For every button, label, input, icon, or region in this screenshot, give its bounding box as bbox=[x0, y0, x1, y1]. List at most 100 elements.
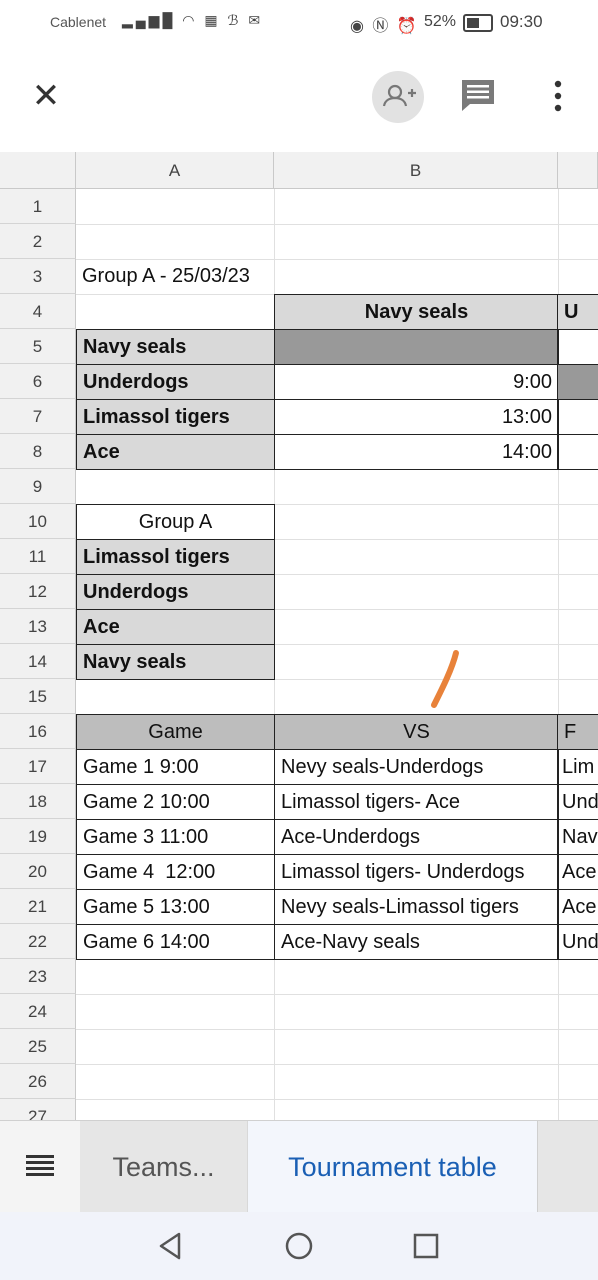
row-header[interactable]: 27 bbox=[0, 1099, 76, 1120]
gridline bbox=[76, 224, 598, 225]
row-header[interactable]: 22 bbox=[0, 924, 76, 959]
cell-a10[interactable]: Group A bbox=[76, 504, 275, 540]
row-header[interactable]: 8 bbox=[0, 434, 76, 469]
cell-vs[interactable]: Limassol tigers- Ace bbox=[274, 784, 559, 820]
column-header-c[interactable] bbox=[558, 152, 598, 189]
row-header[interactable]: 12 bbox=[0, 574, 76, 609]
more-vert-icon bbox=[554, 80, 562, 112]
cell-game[interactable]: Game 2 10:00 bbox=[76, 784, 275, 820]
system-nav-bar bbox=[0, 1212, 598, 1280]
cell-b6[interactable]: 9:00 bbox=[274, 364, 559, 400]
cell-b8[interactable]: 14:00 bbox=[274, 434, 559, 470]
row-header[interactable]: 23 bbox=[0, 959, 76, 994]
row-header[interactable]: 1 bbox=[0, 189, 76, 224]
row-header[interactable]: 6 bbox=[0, 364, 76, 399]
cell-c4[interactable]: U bbox=[557, 294, 598, 330]
corner-header[interactable] bbox=[0, 152, 76, 189]
row-header[interactable]: 18 bbox=[0, 784, 76, 819]
row-header[interactable]: 19 bbox=[0, 819, 76, 854]
cell-next[interactable]: Ace bbox=[557, 889, 598, 925]
signal-wifi-icons: ▂▄▆█ ◠ ▦ ℬ ✉ bbox=[122, 12, 264, 28]
cell-next[interactable]: Und bbox=[557, 784, 598, 820]
cell-b16[interactable]: VS bbox=[274, 714, 559, 750]
selection-handle-icon[interactable] bbox=[425, 647, 465, 711]
cell-next[interactable]: Ace bbox=[557, 854, 598, 890]
row-header[interactable]: 17 bbox=[0, 749, 76, 784]
row-header[interactable]: 26 bbox=[0, 1064, 76, 1099]
comments-button[interactable] bbox=[458, 76, 498, 116]
spreadsheet-grid[interactable]: A B 1 2 3 4 5 6 7 8 9 10 11 12 13 14 15 … bbox=[0, 152, 598, 1120]
cell-c7[interactable] bbox=[557, 399, 598, 435]
row-header[interactable]: 10 bbox=[0, 504, 76, 539]
sheets-menu-button[interactable] bbox=[0, 1121, 81, 1213]
cell-vs[interactable]: Nevy seals-Underdogs bbox=[274, 749, 559, 785]
close-button[interactable]: ✕ bbox=[26, 76, 66, 116]
cell-a5[interactable]: Navy seals bbox=[76, 329, 275, 365]
cell-vs[interactable]: Nevy seals-Limassol tigers bbox=[274, 889, 559, 925]
cell-c8[interactable] bbox=[557, 434, 598, 470]
cell-game[interactable]: Game 3 11:00 bbox=[76, 819, 275, 855]
cell-a14[interactable]: Navy seals bbox=[76, 644, 275, 680]
add-collaborator-button[interactable] bbox=[372, 71, 424, 123]
cell-a3[interactable]: Group A - 25/03/23 bbox=[76, 259, 306, 294]
row-header[interactable]: 5 bbox=[0, 329, 76, 364]
row-header[interactable]: 14 bbox=[0, 644, 76, 679]
status-bar: Cablenet ▂▄▆█ ◠ ▦ ℬ ✉ ◉ Ⓝ ⏰ 52% 09:30 bbox=[0, 0, 598, 46]
cell-c6[interactable] bbox=[557, 364, 598, 400]
home-icon[interactable] bbox=[283, 1230, 315, 1262]
recents-icon[interactable] bbox=[410, 1230, 442, 1262]
carrier-name: Cablenet bbox=[50, 14, 107, 30]
cell-c5[interactable] bbox=[557, 329, 598, 365]
cell-game[interactable]: Game 5 13:00 bbox=[76, 889, 275, 925]
cell-a8[interactable]: Ace bbox=[76, 434, 275, 470]
cell-c16[interactable]: F bbox=[557, 714, 598, 750]
back-icon[interactable] bbox=[155, 1230, 187, 1262]
cell-a7[interactable]: Limassol tigers bbox=[76, 399, 275, 435]
cell-b7[interactable]: 13:00 bbox=[274, 399, 559, 435]
cell-vs[interactable]: Ace-Underdogs bbox=[274, 819, 559, 855]
cell-a6[interactable]: Underdogs bbox=[76, 364, 275, 400]
tab-teams[interactable]: Teams... bbox=[80, 1121, 248, 1213]
row-header[interactable]: 7 bbox=[0, 399, 76, 434]
row-header[interactable]: 13 bbox=[0, 609, 76, 644]
row-header[interactable]: 20 bbox=[0, 854, 76, 889]
cell-next[interactable]: Und bbox=[557, 924, 598, 960]
cell-game[interactable]: Game 4 12:00 bbox=[76, 854, 275, 890]
cell-a13[interactable]: Ace bbox=[76, 609, 275, 645]
cell-a16[interactable]: Game bbox=[76, 714, 275, 750]
column-header-a[interactable]: A bbox=[76, 152, 274, 189]
cell-next[interactable]: Nav bbox=[557, 819, 598, 855]
gridline bbox=[76, 1064, 598, 1065]
comment-icon bbox=[462, 80, 494, 111]
row-header[interactable]: 11 bbox=[0, 539, 76, 574]
gridline bbox=[274, 609, 598, 610]
more-options-button[interactable] bbox=[550, 76, 566, 116]
cell-next[interactable]: Lim bbox=[557, 749, 598, 785]
tab-tournament-table[interactable]: Tournament table bbox=[248, 1121, 538, 1213]
cell-b4[interactable]: Navy seals bbox=[274, 294, 559, 330]
gridline bbox=[274, 574, 598, 575]
row-header[interactable]: 4 bbox=[0, 294, 76, 329]
row-header[interactable]: 3 bbox=[0, 259, 76, 294]
cell-a12[interactable]: Underdogs bbox=[76, 574, 275, 610]
tab-next[interactable] bbox=[538, 1121, 598, 1213]
cell-vs[interactable]: Ace-Navy seals bbox=[274, 924, 559, 960]
row-header[interactable]: 24 bbox=[0, 994, 76, 1029]
row-header[interactable]: 16 bbox=[0, 714, 76, 749]
cell-game[interactable]: Game 6 14:00 bbox=[76, 924, 275, 960]
row-header[interactable]: 25 bbox=[0, 1029, 76, 1064]
clock: 09:30 bbox=[500, 12, 543, 31]
cell-a11[interactable]: Limassol tigers bbox=[76, 539, 275, 575]
row-header[interactable]: 21 bbox=[0, 889, 76, 924]
menu-icon bbox=[26, 1155, 54, 1176]
battery-icon bbox=[463, 14, 493, 32]
cell-vs[interactable]: Limassol tigers- Underdogs bbox=[274, 854, 559, 890]
row-header[interactable]: 15 bbox=[0, 679, 76, 714]
toolbar: ✕ bbox=[0, 46, 598, 152]
column-header-b[interactable]: B bbox=[274, 152, 558, 189]
row-header[interactable]: 9 bbox=[0, 469, 76, 504]
cell-b5[interactable] bbox=[274, 329, 559, 365]
cell-game[interactable]: Game 1 9:00 bbox=[76, 749, 275, 785]
gridline bbox=[76, 1099, 598, 1100]
row-header[interactable]: 2 bbox=[0, 224, 76, 259]
